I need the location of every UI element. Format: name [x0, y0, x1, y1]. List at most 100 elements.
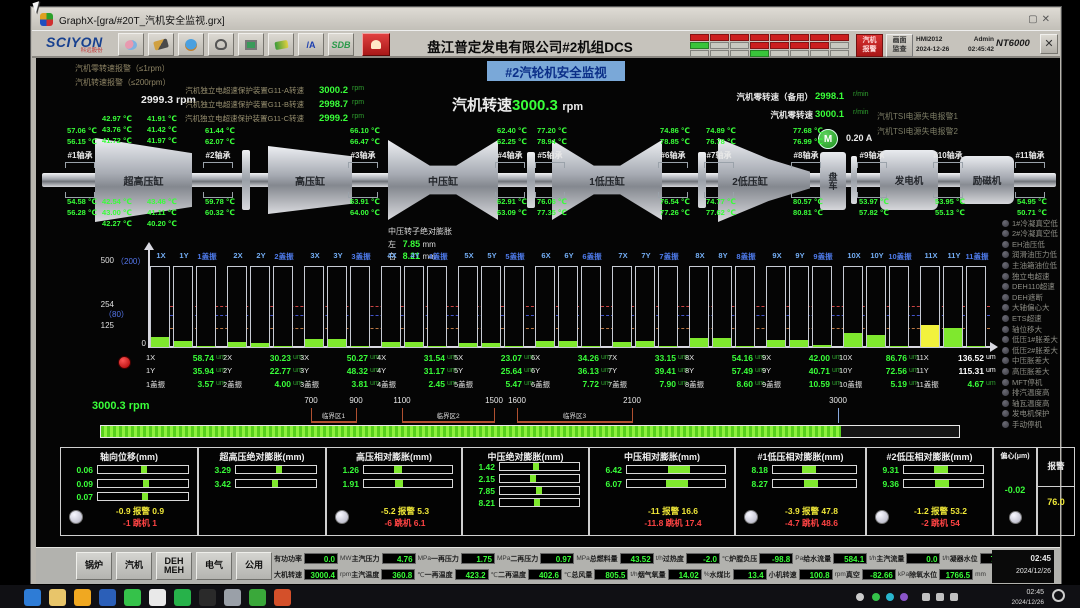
nav-button-公用[interactable]: 公用: [236, 552, 272, 580]
tray-icon-0[interactable]: [856, 593, 864, 601]
coin-app-icon[interactable]: [74, 589, 91, 606]
eccentricity-indicator: [1009, 511, 1022, 524]
nav-button-锅炉[interactable]: 锅炉: [76, 552, 112, 580]
nav-button-DEH[interactable]: DEHMEH: [156, 552, 192, 580]
vib-status-dot: [118, 356, 131, 369]
panel-title-4: 中压相对膨胀(mm): [590, 450, 734, 463]
alarm-grid-cell-0-3: [750, 34, 769, 41]
settings-icon[interactable]: [208, 33, 234, 56]
antivirus-icon[interactable]: [249, 589, 266, 606]
panel3-value-1: 2.15: [465, 474, 495, 484]
alarm-grid-cell-1-4: [770, 42, 789, 49]
logo-text: SCIYON: [46, 35, 103, 49]
panel-title-2: 高压相对膨胀(mm): [327, 450, 461, 463]
status-label: 一再压力: [431, 554, 459, 564]
vib-bar-fill-10盖振: [890, 346, 908, 347]
alarm-grid-cell-1-3: [750, 42, 769, 49]
status-unit: t/h: [869, 555, 876, 562]
monitor-icon[interactable]: [238, 33, 264, 56]
speed-tick-mark-900: [356, 408, 357, 423]
panel2-gauge-0: [363, 465, 453, 474]
terminal-icon[interactable]: [199, 589, 216, 606]
taskbar-clock[interactable]: 02:45 2024/12/26: [996, 588, 1044, 608]
vib-bar-3盖振: [350, 266, 370, 348]
vib-bar-4X: [381, 266, 401, 348]
alarm-text-19: 手动停机: [1012, 419, 1042, 430]
vib-bar-fill-5Y: [482, 343, 500, 347]
word-icon[interactable]: [99, 589, 116, 606]
panel6-alarm-limits: -1.2 报警 53.2: [893, 505, 988, 517]
alarm-grid-cell-2-2: [730, 50, 749, 57]
speed-tick-mark-1500: [494, 408, 495, 423]
tray-icon-3[interactable]: [900, 593, 908, 601]
ja-tool-icon[interactable]: /A: [298, 33, 324, 56]
alarm-grid-cell-1-2: [730, 42, 749, 49]
window-title: GraphX-[gra/#20T_汽机安全监视.grx]: [59, 12, 225, 27]
tray-icon-4[interactable]: [922, 593, 930, 601]
lp1-cylinder-label: 1低压缸: [589, 173, 625, 188]
bearing3-temp-top-0: 66.10 ℃: [341, 126, 389, 135]
tray-icon-2[interactable]: [886, 593, 894, 601]
status-field-除氧水位: 除氧水位1766.5mm: [909, 569, 986, 580]
tray-icon-5[interactable]: [936, 593, 944, 601]
wechat-icon[interactable]: [124, 589, 141, 606]
alarm-list-item-12: 低压2#胀差大: [1002, 345, 1058, 355]
vib-val-3盖振: 3.81: [326, 379, 368, 389]
tray-icon-1[interactable]: [872, 593, 880, 601]
wps-icon[interactable]: [174, 589, 191, 606]
edge-browser-icon[interactable]: [24, 589, 41, 606]
uhp-cylinder-label: 超高压缸: [124, 173, 164, 188]
taskbar-settings-gear-icon[interactable]: [1052, 589, 1065, 602]
close-icon[interactable]: ✕: [1042, 14, 1054, 25]
status-unit: mm: [975, 571, 986, 578]
restore-icon[interactable]: ▢: [1028, 14, 1041, 25]
sdb-tool-icon[interactable]: SDB: [328, 33, 354, 56]
cards-icon[interactable]: [148, 33, 174, 56]
panel5-gauge-0: [772, 465, 857, 474]
toolbar-close-button[interactable]: ✕: [1040, 34, 1058, 54]
vib-bar-label-9盖振: 9盖振: [809, 251, 837, 262]
vib-bar-6盖振: [581, 266, 601, 348]
status-value: -98.8: [759, 553, 793, 564]
ip-expansion-left-value: 7.85: [403, 239, 421, 249]
status-field-主汽压力: 主汽压力4.76MPa: [352, 553, 431, 564]
status-unit: MPa: [418, 555, 431, 562]
folder-icon[interactable]: [49, 589, 66, 606]
vib-val-2盖振: 4.00: [249, 379, 291, 389]
panel6-trip-limits: -2 跳机 54: [893, 517, 988, 529]
alarm-grid: [690, 34, 849, 57]
panel6-gauge-marker-0: [934, 466, 948, 473]
status-label: 过热度: [663, 554, 684, 564]
users-icon[interactable]: [118, 33, 144, 56]
title-bar[interactable]: GraphX-[gra/#20T_汽机安全监视.grx] ▢✕: [32, 8, 1060, 30]
panel0-gauge-marker-0: [141, 466, 147, 473]
tray-icon-6[interactable]: [950, 593, 958, 601]
vib-bar-9Y: [789, 266, 809, 348]
eccentricity-title: 偏心(μm): [994, 451, 1036, 461]
turbine-alarm-button[interactable]: 汽机 报警: [856, 34, 883, 57]
nav-button-电气[interactable]: 电气: [196, 552, 232, 580]
vib-bar-10X: [843, 266, 863, 348]
bearing-label-11: #11轴承: [1005, 150, 1055, 161]
alarm-bell-icon[interactable]: [362, 33, 390, 56]
windows-taskbar[interactable]: 02:45 2024/12/26: [0, 584, 1080, 608]
wallet-icon[interactable]: [268, 33, 294, 56]
status-value: 4.76: [382, 553, 416, 564]
notepad-icon[interactable]: [149, 589, 166, 606]
y-label-500: 500: [86, 256, 114, 265]
status-value: 3000.4: [304, 569, 338, 580]
bearing-bracket-top-5: [535, 162, 565, 168]
status-value: 805.5: [594, 569, 628, 580]
window-buttons[interactable]: ▢✕: [1028, 14, 1054, 25]
files-icon[interactable]: [224, 589, 241, 606]
office-icon[interactable]: [274, 589, 291, 606]
nav-button-汽机[interactable]: 汽机: [116, 552, 152, 580]
panel-中压相对膨胀(mm): 中压相对膨胀(mm)6.426.07-11 报警 16.6-11.8 跳机 17…: [589, 447, 735, 536]
clock-icon[interactable]: [178, 33, 204, 56]
panel3-gauge-marker-1: [530, 475, 536, 482]
screen-monitor-button[interactable]: 画面 监查: [886, 34, 913, 57]
status-value: 43.52: [620, 553, 654, 564]
alarm-dot-17: [1002, 400, 1009, 407]
panel2-trip-limits: -6 跳机 6.1: [353, 517, 457, 529]
vib-bar-8X: [689, 266, 709, 348]
